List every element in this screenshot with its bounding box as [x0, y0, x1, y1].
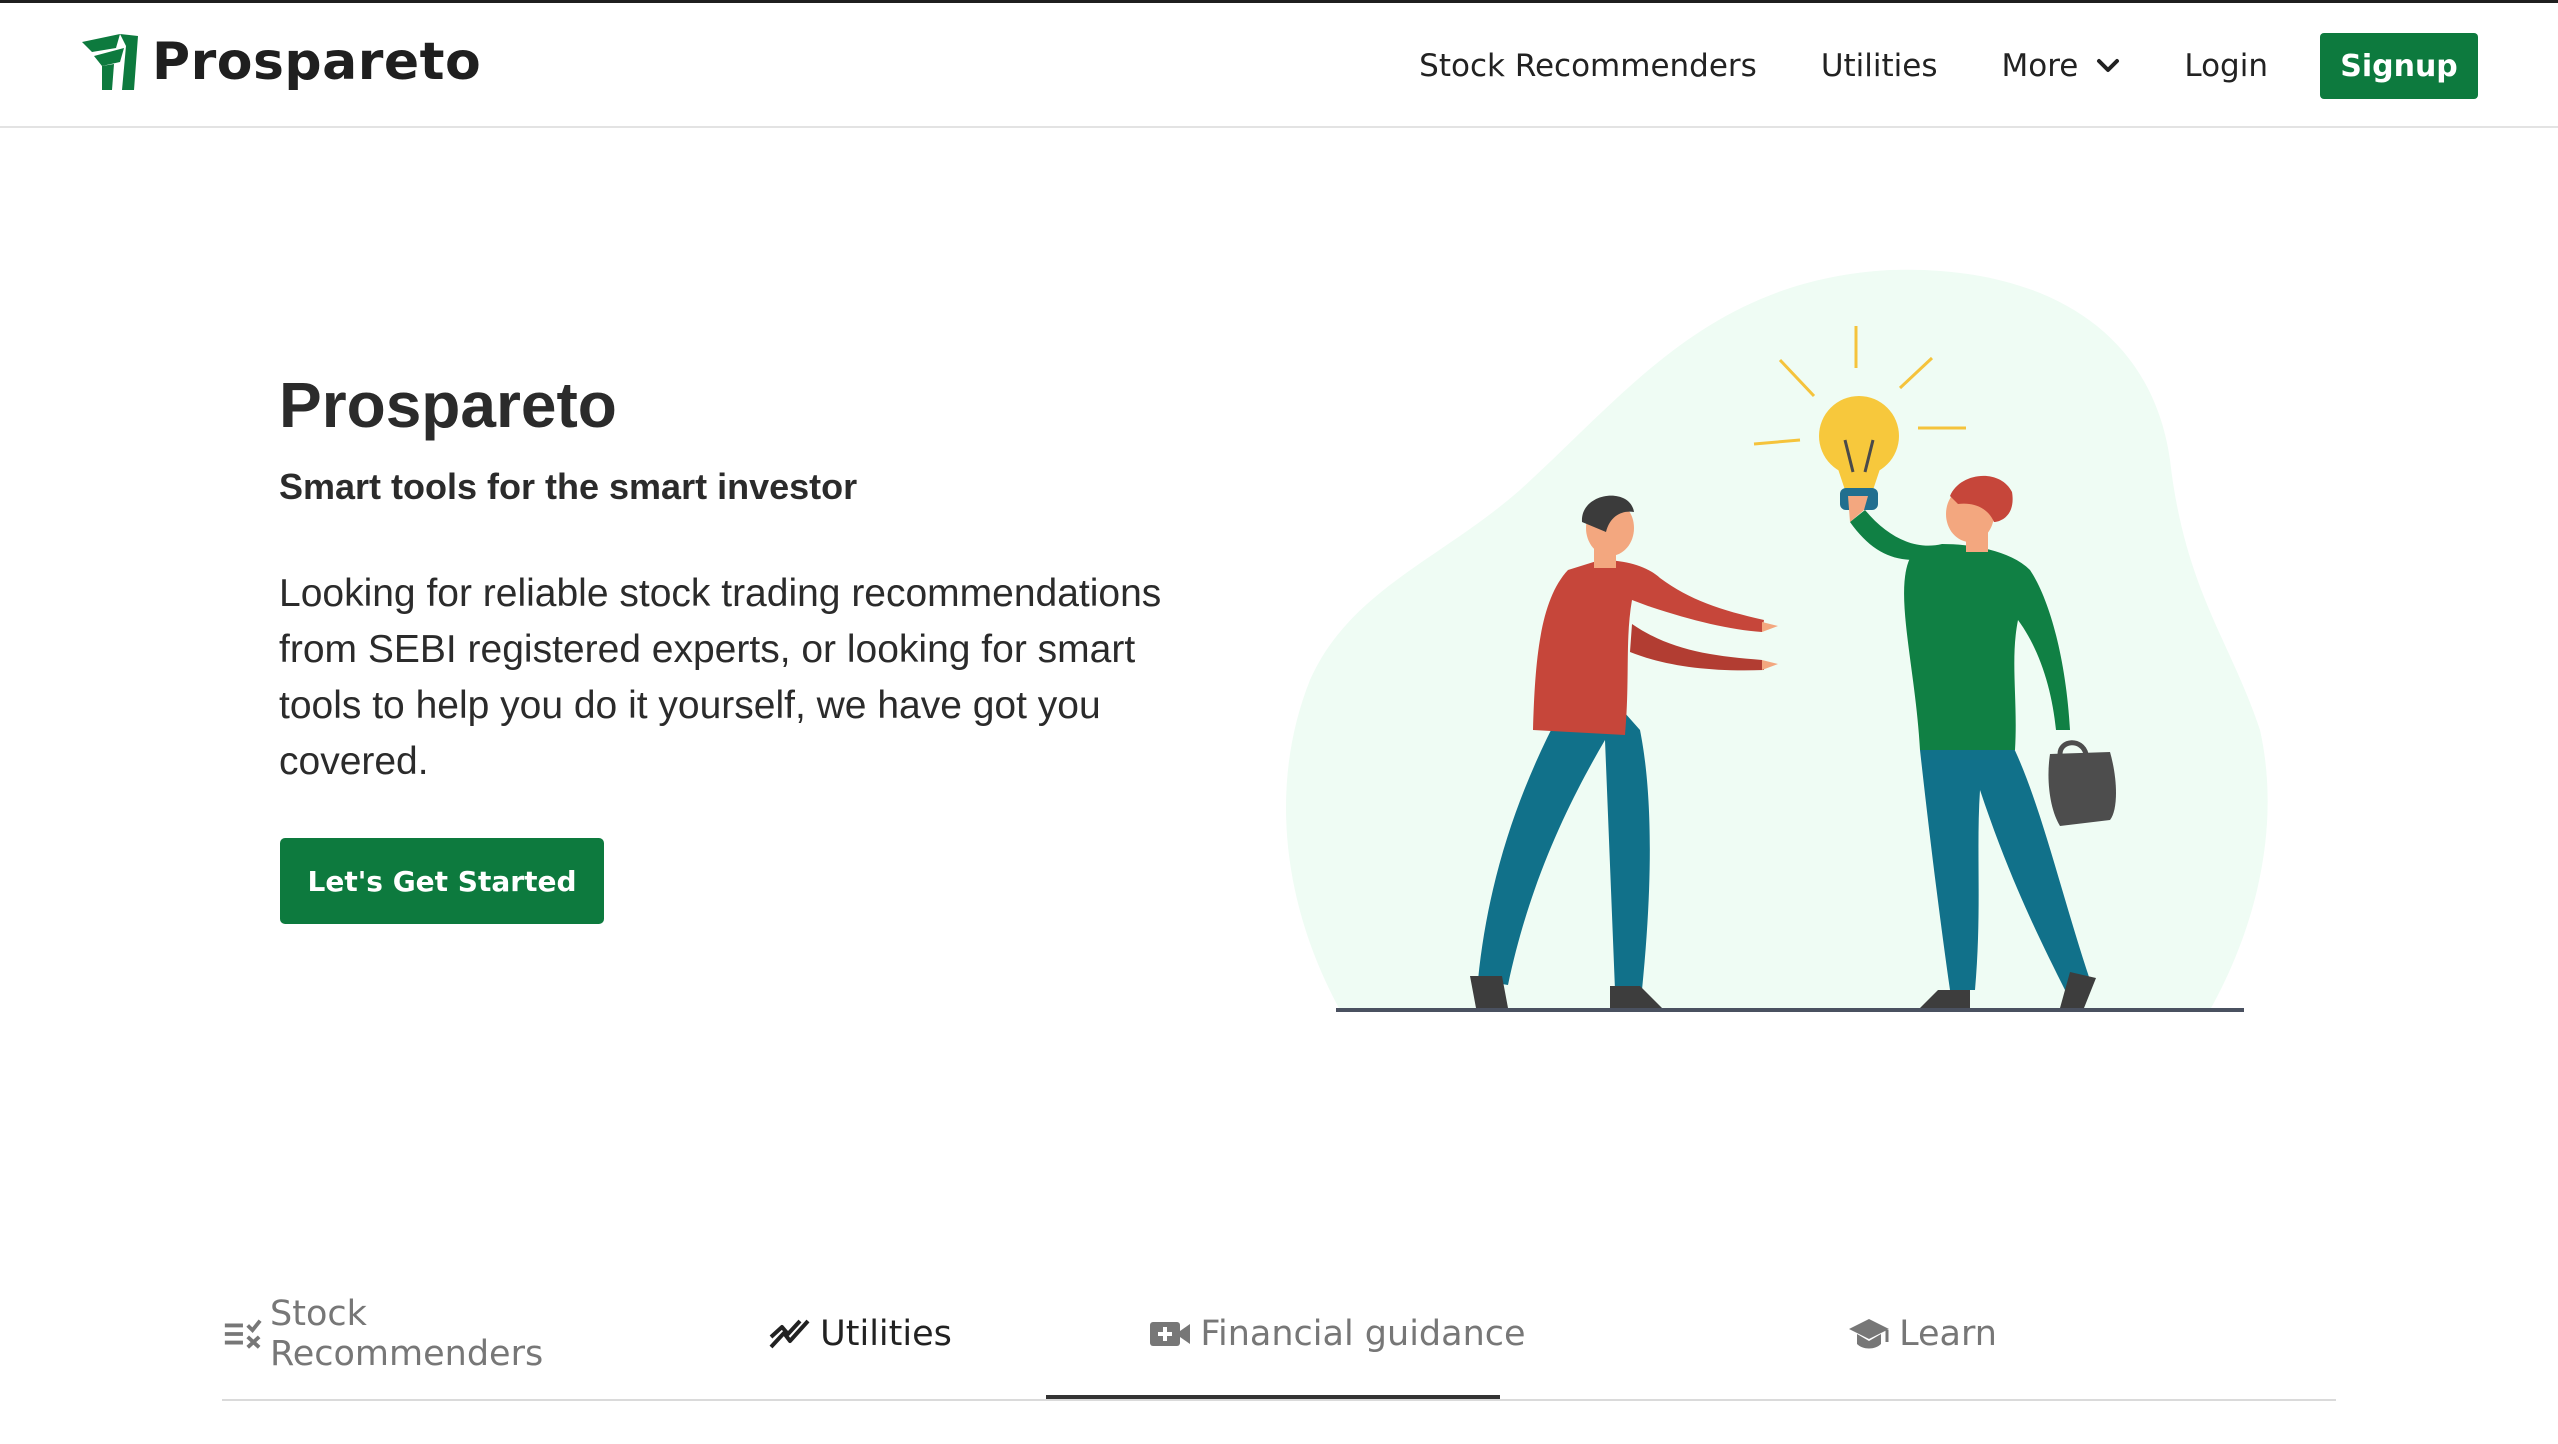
logo-mark-icon [82, 34, 138, 90]
trend-icon [769, 1319, 810, 1348]
graduation-cap-icon [1849, 1318, 1890, 1348]
list-x-icon [224, 1318, 262, 1349]
nav-stock-recommenders[interactable]: Stock Recommenders [1419, 48, 1757, 84]
chevron-down-icon [2097, 59, 2120, 72]
video-plus-icon [1150, 1321, 1191, 1346]
tab-learn[interactable]: Learn [1722, 1268, 2122, 1399]
feature-tabs: Stock Recommenders Utilities Financial g… [222, 1268, 2336, 1401]
nav-login[interactable]: Login [2184, 48, 2268, 84]
tab-label: Stock Recommenders [270, 1293, 544, 1374]
hero-illustration [1286, 269, 2268, 1012]
tab-utilities[interactable]: Utilities [633, 1268, 1087, 1399]
signup-button[interactable]: Signup [2320, 33, 2478, 99]
nav-links: Stock Recommenders Utilities More Login … [1355, 33, 2478, 99]
tab-stock-recommenders[interactable]: Stock Recommenders [222, 1268, 633, 1399]
get-started-button[interactable]: Let's Get Started [280, 838, 604, 924]
hero-title: Prospareto [279, 369, 617, 441]
logo[interactable]: Prospareto [80, 29, 481, 95]
illustration-blob [1286, 269, 2268, 1010]
navbar: Prospareto Stock Recommenders Utilities … [0, 3, 2558, 128]
nav-utilities[interactable]: Utilities [1821, 48, 1938, 84]
tab-label: Utilities [820, 1313, 952, 1354]
active-tab-indicator [1046, 1395, 1500, 1399]
logo-text: Prospareto [152, 32, 482, 92]
hero-tagline: Smart tools for the smart investor [279, 466, 858, 507]
tab-label: Financial guidance [1200, 1313, 1526, 1354]
tab-label: Learn [1899, 1313, 1997, 1354]
nav-more[interactable]: More [2002, 48, 2121, 84]
hero-description: Looking for reliable stock trading recom… [279, 572, 1162, 783]
nav-more-label: More [2001, 48, 2079, 84]
tab-financial-guidance[interactable]: Financial guidance [1087, 1268, 1587, 1399]
